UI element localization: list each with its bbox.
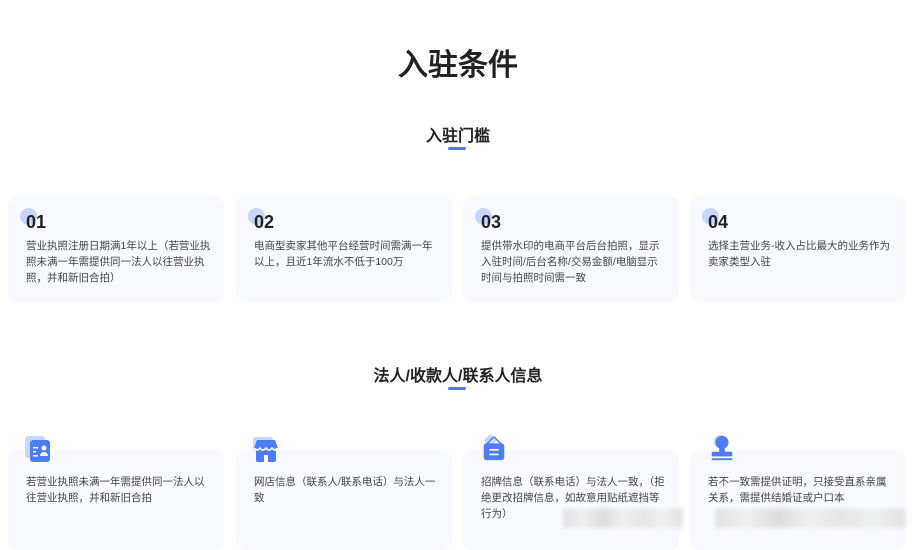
section-heading-threshold: 入驻门槛 xyxy=(425,128,490,145)
card-number: 01 xyxy=(26,212,47,232)
signboard-icon xyxy=(483,434,505,461)
info-card: 若营业执照未满一年需提供同一法人以往营业执照，并和新旧合拍 xyxy=(8,450,224,550)
store-icon xyxy=(253,437,279,462)
id-card-icon xyxy=(25,436,50,462)
threshold-card: 03 提供带水印的电商平台后台拍照，显示入驻时间/后台名称/交易金额/电脑显示时… xyxy=(463,196,679,302)
card-number: 03 xyxy=(481,212,502,232)
threshold-card: 01 营业执照注册日期满1年以上（若营业执照未满一年需提供同一法人以往营业执照，… xyxy=(8,196,224,302)
heading-underline xyxy=(448,387,466,390)
card-text: 选择主营业务-收入占比最大的业务作为卖家类型入驻 xyxy=(708,240,890,268)
card-text: 网店信息（联系人/联系电话）与法人一致 xyxy=(254,476,436,504)
card-number: 04 xyxy=(708,212,729,232)
card-number: 02 xyxy=(254,212,275,232)
card-text: 若营业执照未满一年需提供同一法人以往营业执照，并和新旧合拍 xyxy=(26,476,205,504)
card-text: 电商型卖家其他平台经营时间需满一年以上，且近1年流水不低于100万 xyxy=(254,240,433,268)
heading-underline xyxy=(448,147,466,150)
info-card: 网店信息（联系人/联系电话）与法人一致 xyxy=(236,450,452,550)
threshold-card: 04 选择主营业务-收入占比最大的业务作为卖家类型入驻 xyxy=(690,196,906,302)
card-text: 提供带水印的电商平台后台拍照，显示入驻时间/后台名称/交易金额/电脑显示时间与拍… xyxy=(481,240,660,284)
card-text: 若不一致需提供证明，只接受直系亲属关系，需提供结婚证或户口本 xyxy=(708,476,887,504)
info-card: 招牌信息（联系电话）与法人一致，（拒绝更改招牌信息，如故意用贴纸遮挡等行为） xyxy=(463,450,679,550)
section-heading-info: 法人/收款人/联系人信息 xyxy=(373,368,543,385)
card-text: 营业执照注册日期满1年以上（若营业执照未满一年需提供同一法人以往营业执照，并和新… xyxy=(26,240,211,284)
blurred-watermark xyxy=(563,508,683,528)
page-title: 入驻条件 xyxy=(398,49,518,82)
blurred-watermark xyxy=(715,508,905,528)
info-card: 若不一致需提供证明，只接受直系亲属关系，需提供结婚证或户口本 xyxy=(690,450,906,550)
stamp-icon xyxy=(711,434,733,461)
threshold-card: 02 电商型卖家其他平台经营时间需满一年以上，且近1年流水不低于100万 xyxy=(236,196,452,302)
